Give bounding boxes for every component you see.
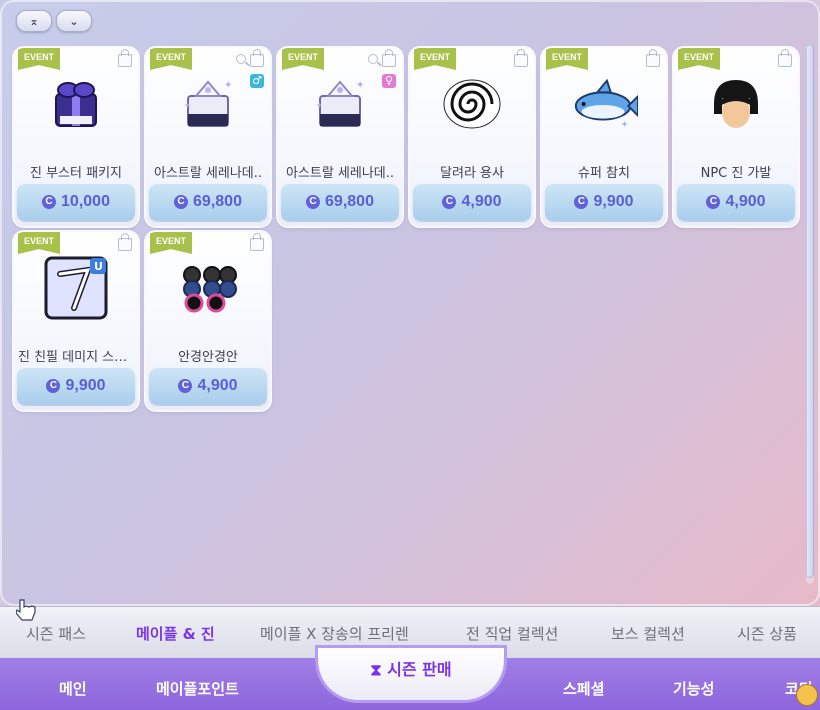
event-badge: EVENT (546, 48, 588, 70)
nav-season-sale-label: 시즌 판매 (387, 660, 452, 679)
item-name: 안경안경안 (178, 350, 238, 365)
hand-cursor-icon (16, 599, 36, 621)
coin-icon: C (178, 379, 193, 393)
shopping-bag-icon[interactable] (250, 233, 264, 251)
coin-icon: C (174, 195, 189, 209)
item-name: 아스트랄 세레나데.. (153, 166, 263, 181)
item-price: 69,800 (193, 193, 242, 210)
svg-text:✦: ✦ (621, 119, 629, 130)
expand-down-button[interactable]: ⌄ (56, 10, 92, 32)
coin-icon: C (442, 195, 457, 209)
shopping-bag-icon[interactable] (778, 49, 792, 67)
buy-button[interactable]: C 9,900 (17, 367, 135, 405)
coin-icon: C (574, 195, 589, 209)
svg-text:✦: ✦ (184, 101, 191, 110)
item-price: 4,900 (725, 193, 766, 210)
tab-season-pass[interactable]: 시즌 패스 (26, 623, 86, 644)
svg-text:U: U (94, 260, 103, 273)
coin-icon: C (42, 195, 57, 209)
buy-button[interactable]: C 4,900 (413, 183, 531, 221)
item-price: 4,900 (197, 377, 238, 394)
item-name: 진 친필 데미지 스킨.. (18, 350, 134, 365)
event-badge: EVENT (18, 232, 60, 254)
hourglass-icon: ⧗ (370, 660, 382, 679)
item-card[interactable]: EVENT 안경안경안 C 4,900 (146, 232, 270, 410)
item-price: 9,900 (65, 377, 106, 394)
buy-button[interactable]: C 69,800 (149, 183, 267, 221)
item-price: 10,000 (61, 193, 110, 210)
svg-text:✦: ✦ (224, 80, 232, 91)
astral-box-icon: ✦ ✦ (306, 70, 374, 138)
nav-maple-point[interactable]: 메이플포인트 (156, 678, 239, 699)
item-card[interactable]: EVENT ✦ 슈퍼 참치 C 9,900 (542, 48, 666, 226)
astral-box-icon: ✦ ✦ (174, 70, 242, 138)
preview-magnifier-icon[interactable] (368, 54, 378, 64)
damage-skin-icon: U (42, 254, 110, 322)
event-badge: EVENT (282, 48, 324, 70)
nav-special[interactable]: 스페셜 (563, 678, 604, 699)
item-card[interactable]: EVENT 진 부스터 패키지 C 10,000 (14, 48, 138, 226)
item-card[interactable]: EVENT ♀ ✦ ✦ 아스트랄 세레나데.. C 69,800 (278, 48, 402, 226)
buy-button[interactable]: C 69,800 (281, 183, 399, 221)
buy-button[interactable]: C 4,900 (677, 183, 795, 221)
event-badge: EVENT (18, 48, 60, 70)
shopping-bag-icon[interactable] (118, 233, 132, 251)
nav-main[interactable]: 메인 (59, 678, 87, 699)
svg-text:✦: ✦ (316, 101, 323, 110)
preview-magnifier-icon[interactable] (236, 54, 246, 64)
tab-boss-collection[interactable]: 보스 컬렉션 (611, 623, 685, 644)
collapse-up-button[interactable]: ⌅ (16, 10, 52, 32)
tab-season-goods[interactable]: 시즌 상품 (737, 623, 797, 644)
item-price: 69,800 (325, 193, 374, 210)
booster-package-icon (42, 70, 110, 138)
item-name: NPC 진 가발 (700, 166, 772, 181)
item-name: 슈퍼 참치 (578, 166, 630, 181)
tab-all-class-collection[interactable]: 전 직업 컬렉션 (466, 623, 558, 644)
shopping-bag-icon[interactable] (250, 49, 264, 67)
tab-maple-and-jin[interactable]: 메이플 & 진 (136, 623, 215, 644)
wig-icon (702, 70, 770, 138)
item-name: 진 부스터 패키지 (30, 166, 122, 181)
coin-icon: C (306, 195, 321, 209)
shopping-bag-icon[interactable] (514, 49, 528, 67)
buy-button[interactable]: C 9,900 (545, 183, 663, 221)
glasses-icon (174, 254, 242, 322)
item-card[interactable]: EVENT ♂ ✦ ✦ 아스트랄 세레나데.. C 69,800 (146, 48, 270, 226)
item-name: 아스트랄 세레나데.. (285, 166, 395, 181)
event-badge: EVENT (414, 48, 456, 70)
coin-icon: C (706, 195, 721, 209)
scrollbar[interactable] (806, 44, 814, 584)
item-name: 달려라 용사 (440, 166, 504, 181)
item-card[interactable]: EVENT 달려라 용사 C 4,900 (410, 48, 534, 226)
top-arrow-group: ⌅ ⌄ (16, 10, 92, 32)
buy-button[interactable]: C 10,000 (17, 183, 135, 221)
item-price: 9,900 (593, 193, 634, 210)
event-badge: EVENT (678, 48, 720, 70)
svg-text:✦: ✦ (356, 80, 364, 91)
spiral-icon (438, 70, 506, 138)
item-price: 4,900 (461, 193, 502, 210)
shopping-bag-icon[interactable] (118, 49, 132, 67)
shopping-bag-icon[interactable] (646, 49, 660, 67)
nav-functional[interactable]: 기능성 (673, 678, 714, 699)
item-card[interactable]: EVENT NPC 진 가발 C 4,900 (674, 48, 798, 226)
tuna-icon: ✦ (570, 70, 638, 138)
coin-icon: C (46, 379, 61, 393)
mascot-icon (796, 684, 818, 706)
nav-season-sale[interactable]: ⧗ 시즌 판매 (318, 648, 504, 700)
tab-maple-x-frieren[interactable]: 메이플 X 장송의 프리렌 (260, 623, 409, 644)
shopping-bag-icon[interactable] (382, 49, 396, 67)
male-gender-icon: ♂ (250, 74, 264, 88)
item-card[interactable]: EVENT U 진 친필 데미지 스킨.. C 9,900 (14, 232, 138, 410)
event-badge: EVENT (150, 48, 192, 70)
scrollbar-thumb[interactable] (806, 44, 814, 578)
event-badge: EVENT (150, 232, 192, 254)
female-gender-icon: ♀ (382, 74, 396, 88)
buy-button[interactable]: C 4,900 (149, 367, 267, 405)
